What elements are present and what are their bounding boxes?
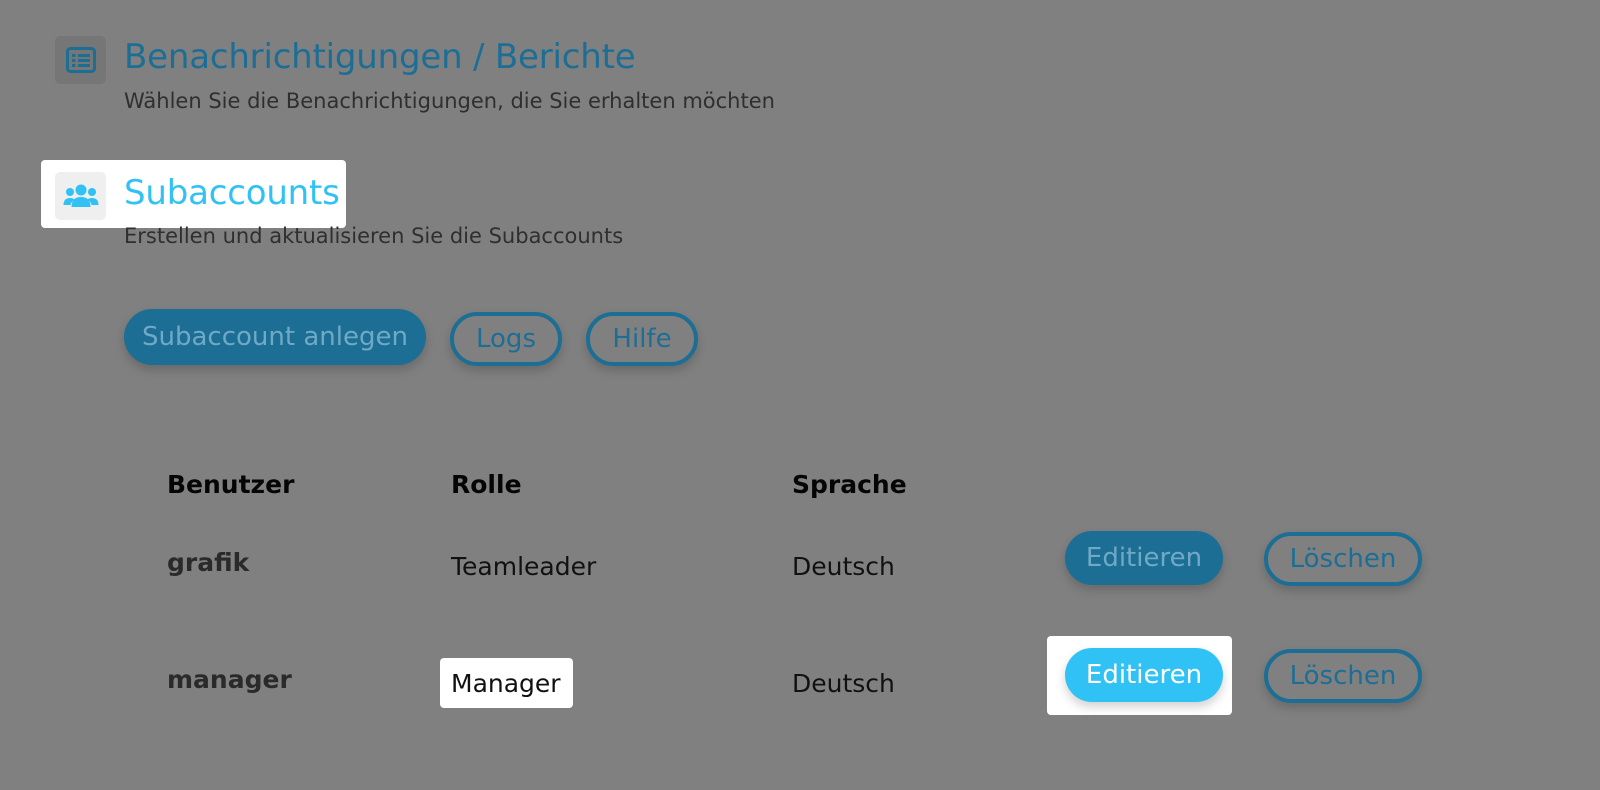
- row-language-grafik: Deutsch: [792, 552, 895, 581]
- column-header-role: Rolle: [451, 470, 522, 499]
- list-icon: [55, 36, 106, 84]
- notifications-title[interactable]: Benachrichtigungen / Berichte: [124, 37, 636, 77]
- row-language-manager: Deutsch: [792, 669, 895, 698]
- help-button[interactable]: Hilfe: [586, 312, 698, 366]
- column-header-language: Sprache: [792, 470, 907, 499]
- create-subaccount-button[interactable]: Subaccount anlegen: [124, 309, 426, 365]
- row-role-manager: Manager: [451, 669, 561, 698]
- edit-button-manager[interactable]: Editieren: [1065, 648, 1223, 702]
- row-user-grafik: grafik: [167, 548, 250, 577]
- delete-button-grafik[interactable]: Löschen: [1264, 532, 1422, 586]
- users-icon: [55, 172, 106, 220]
- row-user-manager: manager: [167, 665, 292, 694]
- row-role-grafik: Teamleader: [451, 552, 597, 581]
- logs-button[interactable]: Logs: [450, 312, 562, 366]
- notifications-subtitle: Wählen Sie die Benachrichtigungen, die S…: [124, 89, 775, 113]
- subaccounts-subtitle: Erstellen und aktualisieren Sie die Suba…: [124, 224, 624, 248]
- delete-button-manager[interactable]: Löschen: [1264, 649, 1422, 703]
- column-header-user: Benutzer: [167, 470, 295, 499]
- subaccounts-title[interactable]: Subaccounts: [124, 173, 340, 213]
- edit-button-grafik[interactable]: Editieren: [1065, 531, 1223, 585]
